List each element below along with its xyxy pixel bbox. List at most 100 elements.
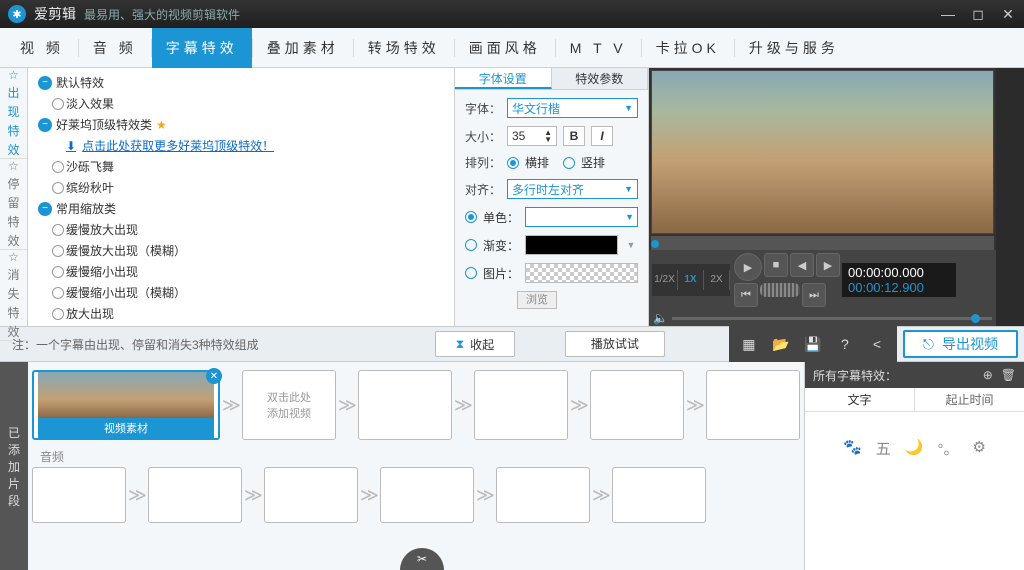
gradient-picker[interactable] [525, 235, 618, 255]
main-tab-2[interactable]: 字幕特效 [152, 28, 252, 68]
save-icon[interactable]: 💾 [803, 334, 823, 354]
radio-single-color[interactable] [465, 211, 477, 223]
timeline-clip[interactable] [474, 370, 568, 440]
main-tab-1[interactable]: 音 频 [79, 28, 151, 68]
font-select[interactable]: 华文行楷▼ [507, 98, 638, 118]
sparkle-icon[interactable]: °。 [937, 438, 958, 459]
minimize-button[interactable]: — [940, 6, 956, 23]
jog-wheel[interactable] [760, 283, 800, 297]
browse-button[interactable]: 浏览 [517, 291, 557, 309]
fx-item[interactable]: 淡入效果 [28, 93, 454, 114]
video-preview[interactable] [651, 70, 994, 234]
timeline-clip[interactable] [380, 467, 474, 523]
new-icon[interactable]: ▦ [739, 334, 759, 354]
skip-fwd-button[interactable]: ⏭ [802, 283, 826, 307]
fx-item[interactable]: ⬇ 点击此处获取更多好莱坞顶级特效！ [28, 135, 454, 156]
preview-panel: 1/2X 1X 2X ▶ ■ ◀ ▶ ⏮ ⏭ 00:00:00.000 [649, 68, 996, 326]
chevron-down-icon: ▼ [624, 103, 633, 113]
main-tab-0[interactable]: 视 频 [6, 28, 78, 68]
paw-icon[interactable]: 🐾 [843, 438, 862, 459]
fx-item[interactable]: 缓慢放大出现（模糊） [28, 240, 454, 261]
text-icon[interactable]: 五 [876, 438, 891, 459]
fx-group[interactable]: −默认特效 [28, 72, 454, 93]
bold-button[interactable]: B [563, 126, 585, 146]
timeline-clip[interactable] [358, 370, 452, 440]
radio-horizontal[interactable] [507, 157, 519, 169]
export-icon: ⎋ [923, 336, 934, 353]
main-tab-8[interactable]: 升级与服务 [735, 28, 853, 68]
next-frame-button[interactable]: ▶ [816, 253, 840, 277]
main-tab-5[interactable]: 画面风格 [455, 28, 555, 68]
radio-image[interactable] [465, 267, 477, 279]
timeline-clip[interactable] [612, 467, 706, 523]
radio-vertical[interactable] [563, 157, 575, 169]
align-label: 对齐： [465, 181, 501, 198]
arrow-icon: ≫ [592, 485, 610, 506]
prev-frame-button[interactable]: ◀ [790, 253, 814, 277]
export-button[interactable]: ⎋导出视频 [903, 330, 1018, 358]
timeline-clip[interactable] [32, 467, 126, 523]
left-tab-2[interactable]: ☆消失特效 [0, 250, 27, 341]
add-fx-icon[interactable]: ⊕ [983, 368, 993, 382]
progress-bar[interactable] [651, 236, 994, 250]
open-icon[interactable]: 📂 [771, 334, 791, 354]
left-tab-1[interactable]: ☆停留特效 [0, 159, 27, 250]
delete-fx-icon[interactable]: 🗑 [1001, 368, 1016, 382]
skip-back-button[interactable]: ⏮ [734, 283, 758, 307]
volume-slider[interactable] [672, 317, 992, 320]
fx-tab-timing[interactable]: 起止时间 [914, 388, 1024, 411]
radio-gradient[interactable] [465, 239, 477, 251]
fx-item[interactable]: 放大出现 [28, 303, 454, 324]
app-logo: ✱ [8, 5, 26, 23]
main-tabs: 视 频音 频字幕特效叠加素材转场特效画面风格M T V卡拉OK升级与服务 [0, 28, 1024, 68]
play-button[interactable]: ▶ [734, 253, 762, 281]
tab-effect-params[interactable]: 特效参数 [552, 68, 649, 89]
speed-1x[interactable]: 1X [678, 270, 704, 290]
arrange-label: 排列： [465, 154, 501, 171]
hint-text: 注：一个字幕由出现、停留和消失3种特效组成 [0, 336, 271, 353]
help-icon[interactable]: ? [835, 334, 855, 354]
play-test-button[interactable]: 播放试试 [565, 331, 665, 357]
fx-group[interactable]: −常用缩放类 [28, 198, 454, 219]
close-button[interactable]: ✕ [1000, 6, 1016, 23]
timeline-clip[interactable]: 双击此处 添加视频 [242, 370, 336, 440]
main-tab-7[interactable]: 卡拉OK [642, 28, 734, 68]
size-input[interactable]: 35▲▼ [507, 126, 557, 146]
speed-half[interactable]: 1/2X [652, 270, 678, 290]
collapse-button[interactable]: ⧗收起 [435, 331, 515, 357]
tab-font-settings[interactable]: 字体设置 [455, 68, 552, 89]
timeline-clip[interactable] [264, 467, 358, 523]
maximize-button[interactable]: ◻ [970, 6, 986, 23]
fx-item[interactable]: 沙砾飞舞 [28, 156, 454, 177]
timeline-clip[interactable] [590, 370, 684, 440]
italic-button[interactable]: I [591, 126, 613, 146]
time-display: 00:00:00.000 00:00:12.900 [842, 263, 956, 297]
align-select[interactable]: 多行时左对齐▼ [507, 179, 638, 199]
effect-list: −默认特效淡入效果−好莱坞顶级特效类 ★⬇ 点击此处获取更多好莱坞顶级特效！沙砾… [28, 68, 455, 326]
main-tab-6[interactable]: M T V [556, 28, 641, 68]
timeline-clip[interactable] [148, 467, 242, 523]
moon-icon[interactable]: 🌙 [905, 438, 924, 459]
timeline-clip[interactable] [496, 467, 590, 523]
timeline-clip[interactable] [706, 370, 800, 440]
image-fill-preview [525, 263, 638, 283]
speed-2x[interactable]: 2X [704, 270, 730, 290]
share-icon[interactable]: < [867, 334, 887, 354]
fx-group[interactable]: −好莱坞顶级特效类 ★ [28, 114, 454, 135]
left-tab-0[interactable]: ☆出现特效 [0, 68, 27, 159]
remove-clip-icon[interactable]: ✕ [206, 368, 222, 384]
fx-item[interactable]: 缤纷秋叶 [28, 177, 454, 198]
timeline-clip[interactable]: ✕视频素材 [32, 370, 220, 440]
fx-item[interactable]: 缓慢缩小出现（模糊） [28, 282, 454, 303]
fx-item[interactable]: 缓慢缩小出现 [28, 261, 454, 282]
app-title: 爱剪辑 [34, 4, 76, 24]
fx-tab-text[interactable]: 文字 [805, 388, 914, 411]
volume-icon[interactable]: 🔈 [653, 311, 668, 325]
single-color-picker[interactable]: ▼ [525, 207, 638, 227]
gear-icon[interactable]: ⚙ [972, 438, 985, 459]
stop-button[interactable]: ■ [764, 253, 788, 277]
fx-item[interactable]: 缓慢放大出现 [28, 219, 454, 240]
main-tab-4[interactable]: 转场特效 [354, 28, 454, 68]
main-tab-3[interactable]: 叠加素材 [253, 28, 353, 68]
added-clips-tab[interactable]: 已添加片段 [0, 362, 28, 570]
